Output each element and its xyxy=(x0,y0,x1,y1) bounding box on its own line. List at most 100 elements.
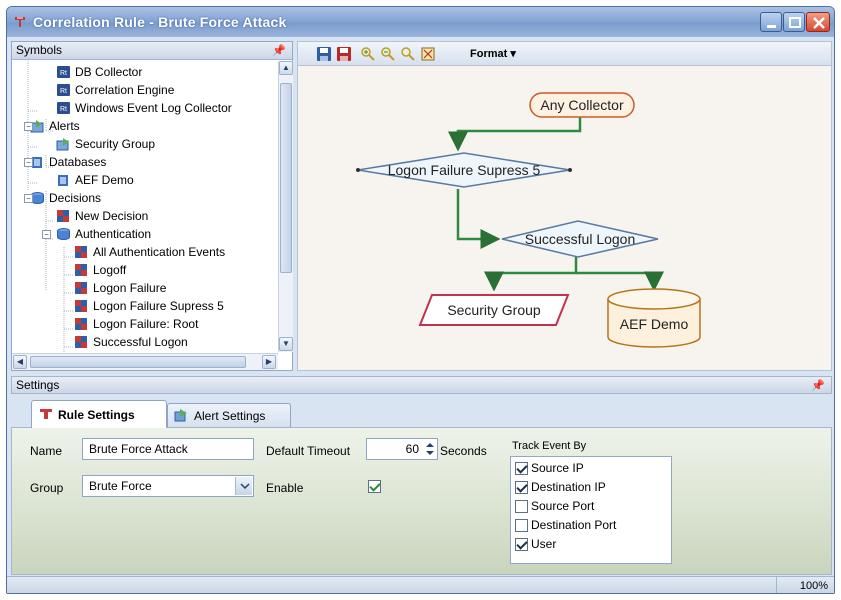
track-source-ip[interactable]: Source IP xyxy=(515,459,584,477)
user-label: User xyxy=(531,537,557,551)
tree-item-label: Logon Failure: Root xyxy=(93,317,199,331)
group-dropdown-chevron-icon[interactable] xyxy=(235,477,252,495)
group-select[interactable]: Brute Force xyxy=(82,475,254,497)
tree-item-all-authentication-events[interactable]: All Authentication Events xyxy=(74,243,225,261)
aef-demo-label: AEF Demo xyxy=(620,316,689,332)
close-button[interactable] xyxy=(806,12,830,32)
tree-item-label: New Decision xyxy=(75,209,149,223)
node-aef-demo[interactable]: AEF Demo xyxy=(607,288,701,348)
scroll-down-icon[interactable]: ▼ xyxy=(279,337,293,351)
minimize-icon xyxy=(767,25,776,28)
scroll-left-icon[interactable]: ◀ xyxy=(13,355,27,369)
zoom-out-icon[interactable] xyxy=(380,46,396,62)
collapse-icon[interactable]: − xyxy=(24,194,33,203)
vertical-scroll-thumb[interactable] xyxy=(280,83,292,273)
decision-icon xyxy=(75,300,87,312)
enable-checkbox[interactable] xyxy=(368,480,381,493)
flow-connectors xyxy=(448,115,664,292)
node-any-collector[interactable]: Any Collector xyxy=(529,92,635,118)
source-ip-checkbox[interactable] xyxy=(515,461,528,475)
symbols-panel: Symbols 📌 Rt DB Collector Rt Correlation En… xyxy=(11,41,293,371)
collapse-icon[interactable]: − xyxy=(24,158,33,167)
group-value: Brute Force xyxy=(89,479,152,493)
save-as-icon[interactable] xyxy=(336,46,352,62)
spin-arrows-icon[interactable] xyxy=(424,440,436,458)
destination-port-checkbox[interactable] xyxy=(515,518,528,532)
node-logon-failure-supress[interactable]: Logon Failure Supress 5 xyxy=(356,152,572,188)
tree-item-label: Alerts xyxy=(49,119,80,133)
rule-designer-canvas[interactable]: Format ▾ Any Collector Logon Failure Sup… xyxy=(297,41,832,371)
collapse-icon[interactable]: − xyxy=(42,230,51,239)
decision-icon xyxy=(75,282,87,294)
settings-header: Settings 📌 xyxy=(11,376,832,394)
maximize-button[interactable] xyxy=(783,12,805,32)
settings-pin-icon[interactable]: 📌 xyxy=(811,379,825,392)
tree-item-logon-failure[interactable]: Logon Failure xyxy=(74,279,166,297)
settings-title: Settings xyxy=(16,378,60,392)
tree-item-logoff[interactable]: Logoff xyxy=(74,261,126,279)
tree-item-label: Logon Failure xyxy=(93,281,167,295)
tree-item-successful-logon[interactable]: Successful Logon xyxy=(74,333,188,351)
decision-icon xyxy=(57,210,69,222)
format-menu-button[interactable]: Format ▾ xyxy=(470,47,516,60)
node-successful-logon[interactable]: Successful Logon xyxy=(501,220,659,258)
track-destination-port[interactable]: Destination Port xyxy=(515,516,616,534)
tree-item-logon-failure-root[interactable]: Logon Failure: Root xyxy=(74,315,198,333)
alert-settings-icon xyxy=(174,409,187,422)
decision-icon xyxy=(75,318,87,330)
source-ip-label: Source IP xyxy=(531,461,584,475)
horizontal-scroll-thumb[interactable] xyxy=(30,356,246,368)
tree-item-label: Correlation Engine xyxy=(75,83,175,97)
decisions-folder-icon xyxy=(57,228,70,240)
zoom-in-icon[interactable] xyxy=(360,46,376,62)
symbols-vertical-scrollbar[interactable]: ▲ ▼ xyxy=(278,61,293,352)
track-user[interactable]: User xyxy=(515,535,556,553)
user-checkbox[interactable] xyxy=(515,537,528,551)
save-icon[interactable] xyxy=(316,46,332,62)
destination-ip-checkbox[interactable] xyxy=(515,480,528,494)
tab-alert-settings-label: Alert Settings xyxy=(194,408,266,423)
zoom-reset-icon[interactable] xyxy=(400,46,416,62)
correlation-rule-icon xyxy=(15,17,25,27)
title-bar[interactable]: Correlation Rule - Brute Force Attack xyxy=(7,7,834,37)
tree-item-label: Authentication xyxy=(75,227,152,241)
tree-item-alerts[interactable]: Alerts xyxy=(30,117,80,135)
tree-item-db-collector[interactable]: Rt DB Collector xyxy=(56,63,142,81)
track-source-port[interactable]: Source Port xyxy=(515,497,594,515)
default-timeout-label: Default Timeout xyxy=(266,444,351,458)
tab-alert-settings[interactable]: Alert Settings xyxy=(167,403,291,427)
scroll-right-icon[interactable]: ▶ xyxy=(262,355,276,369)
svg-text:Rt: Rt xyxy=(60,106,67,113)
rule-settings-form: Name Brute Force Attack Group Brute Forc… xyxy=(11,427,832,575)
track-destination-ip[interactable]: Destination IP xyxy=(515,478,606,496)
source-port-checkbox[interactable] xyxy=(515,499,528,513)
close-icon xyxy=(813,17,825,29)
collapse-icon[interactable]: − xyxy=(24,122,33,131)
pin-icon[interactable]: 📌 xyxy=(272,44,286,57)
tree-item-label: Logon Failure Supress 5 xyxy=(93,299,224,313)
timeout-stepper[interactable]: 60 xyxy=(366,438,438,460)
tree-item-aef-demo[interactable]: AEF Demo xyxy=(56,171,134,189)
tree-item-new-decision[interactable]: New Decision xyxy=(56,207,148,225)
scroll-up-icon[interactable]: ▲ xyxy=(279,61,293,75)
fit-to-window-icon[interactable] xyxy=(420,46,436,62)
timeout-value: 60 xyxy=(405,442,419,456)
timeout-unit: Seconds xyxy=(440,444,487,458)
tree-item-databases[interactable]: Databases xyxy=(30,153,106,171)
tab-rule-settings[interactable]: Rule Settings xyxy=(31,400,167,428)
tree-item-security-group[interactable]: Security Group xyxy=(56,135,155,153)
minimize-button[interactable] xyxy=(760,12,782,32)
tree-item-windows-event-log-collector[interactable]: Rt Windows Event Log Collector xyxy=(56,99,232,117)
tree-item-authentication[interactable]: Authentication xyxy=(56,225,151,243)
name-field[interactable]: Brute Force Attack xyxy=(82,438,254,460)
tree-item-decisions[interactable]: Decisions xyxy=(30,189,101,207)
node-security-group[interactable]: Security Group xyxy=(418,294,570,326)
zoom-level: 100% xyxy=(776,577,834,593)
rule-settings-icon xyxy=(40,409,52,419)
symbols-horizontal-scrollbar[interactable]: ◀ ▶ xyxy=(12,353,278,370)
database-icon xyxy=(58,175,68,186)
tree-item-logon-failure-supress-5[interactable]: Logon Failure Supress 5 xyxy=(74,297,224,315)
tree-item-label: All Authentication Events xyxy=(93,245,226,259)
chevron-down-icon: ▾ xyxy=(510,48,516,60)
tree-item-correlation-engine[interactable]: Rt Correlation Engine xyxy=(56,81,174,99)
